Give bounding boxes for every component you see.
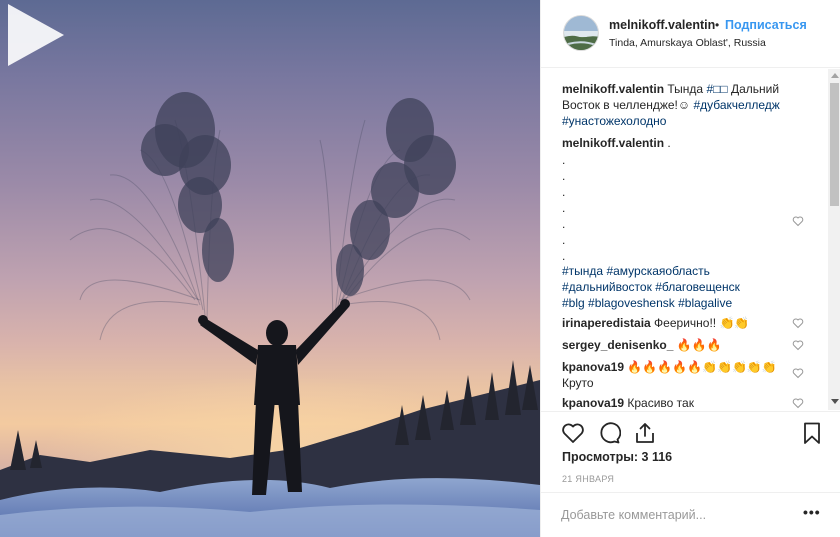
comment-item: sergey_denisenko_ 🔥🔥🔥 <box>562 337 807 353</box>
comment-dot-line: . <box>562 169 566 183</box>
small-heart-icon[interactable] <box>792 317 804 329</box>
play-icon[interactable] <box>0 0 70 70</box>
post-date[interactable]: 21 ЯНВАРЯ <box>562 474 614 484</box>
comment-text: Феерично!! 👏👏 <box>650 316 750 330</box>
small-heart-icon[interactable] <box>792 339 804 351</box>
comment-dot-line: . <box>562 217 566 231</box>
hashtag-link[interactable]: #blagoveshensk <box>588 296 675 310</box>
follow-button[interactable]: Подписаться <box>725 18 807 32</box>
hashtag-link[interactable]: #амурскаяобласть <box>606 264 709 278</box>
comment-username[interactable]: kpanova19 <box>562 396 624 410</box>
post-header: melnikoff.valentin • Подписаться Tinda, … <box>541 0 840 68</box>
comment-dot-line: . <box>562 233 566 247</box>
video-frame <box>0 92 540 537</box>
scrollbar-thumb[interactable] <box>830 83 839 206</box>
comment-icon[interactable] <box>597 421 621 445</box>
hashtag-link[interactable]: #blagalive <box>678 296 732 310</box>
comment-dot-line: . <box>562 153 566 167</box>
comment-item: irinaperedistaia Феерично!! 👏👏 <box>562 315 807 331</box>
hashtag-link[interactable]: #благовещенск <box>655 280 740 294</box>
small-heart-icon[interactable] <box>792 367 804 379</box>
scroll-down-arrow-icon[interactable] <box>831 399 839 404</box>
comment-text: 🔥🔥🔥 <box>673 338 722 352</box>
post-sidebar: melnikoff.valentin • Подписаться Tinda, … <box>540 0 840 537</box>
scroll-up-arrow-icon[interactable] <box>831 73 839 78</box>
comment-dot-line: . <box>562 249 566 263</box>
views-label: Просмотры: <box>562 450 642 464</box>
comment-item: kpanova19 🔥🔥🔥🔥🔥👏👏👏👏👏 Круто <box>562 359 807 391</box>
comment-item: kpanova19 Красиво так <box>562 395 807 410</box>
hashtag-link[interactable]: #тында <box>562 264 603 278</box>
author-comment-hashtags: #тында #амурскаяобласть #дальнийвосток #… <box>562 263 807 311</box>
hashtag-link[interactable]: #blg <box>562 296 585 310</box>
hashtag-link[interactable]: #дальнийвосток <box>562 280 652 294</box>
heart-icon[interactable] <box>561 421 585 445</box>
comment-input[interactable] <box>561 506 791 524</box>
small-heart-icon[interactable] <box>792 397 804 409</box>
views-number[interactable]: 3 116 <box>642 450 673 464</box>
post-caption: melnikoff.valentin Тында #□□ Дальний Вос… <box>562 81 807 129</box>
add-comment-bar: ••• <box>541 492 840 537</box>
header-separator: • <box>715 18 720 32</box>
post-actions: Просмотры: 3 116 21 ЯНВАРЯ <box>541 411 840 501</box>
share-icon[interactable] <box>633 421 657 445</box>
post-author-username[interactable]: melnikoff.valentin <box>609 18 715 32</box>
comment-text: Красиво так <box>624 396 694 410</box>
comment-dot-line: . <box>562 185 566 199</box>
bookmark-icon[interactable] <box>800 421 824 445</box>
author-comment-text: . <box>664 136 671 150</box>
comment-username[interactable]: kpanova19 <box>562 360 624 374</box>
caption-hashtag-2[interactable]: #унастожехолодно <box>562 114 666 128</box>
caption-username[interactable]: melnikoff.valentin <box>562 82 664 96</box>
post-location[interactable]: Tinda, Amurskaya Oblast', Russia <box>609 37 766 49</box>
small-heart-icon[interactable] <box>792 215 804 227</box>
avatar[interactable] <box>563 15 599 51</box>
caption-hashtag-1[interactable]: #дубакчелледж <box>693 98 779 112</box>
caption-hashtag-flag[interactable]: #□□ <box>706 82 727 96</box>
comments-list[interactable]: melnikoff.valentin Тында #□□ Дальний Вос… <box>541 69 840 410</box>
comment-username[interactable]: sergey_denisenko_ <box>562 338 673 352</box>
comment-username[interactable]: irinaperedistaia <box>562 316 651 330</box>
more-options-button[interactable]: ••• <box>803 504 821 520</box>
comment-dot-line: . <box>562 201 566 215</box>
comment-text-line2: Круто <box>562 376 594 390</box>
comments-scrollbar[interactable] <box>828 69 840 410</box>
views-count: Просмотры: 3 116 <box>562 450 672 464</box>
comment-text: 🔥🔥🔥🔥🔥👏👏👏👏👏 <box>624 360 777 374</box>
post-video[interactable] <box>0 0 540 537</box>
author-comment: melnikoff.valentin . <box>562 135 807 151</box>
caption-text-start: Тында <box>664 82 707 96</box>
avatar-image <box>564 16 598 50</box>
author-comment-username[interactable]: melnikoff.valentin <box>562 136 664 150</box>
